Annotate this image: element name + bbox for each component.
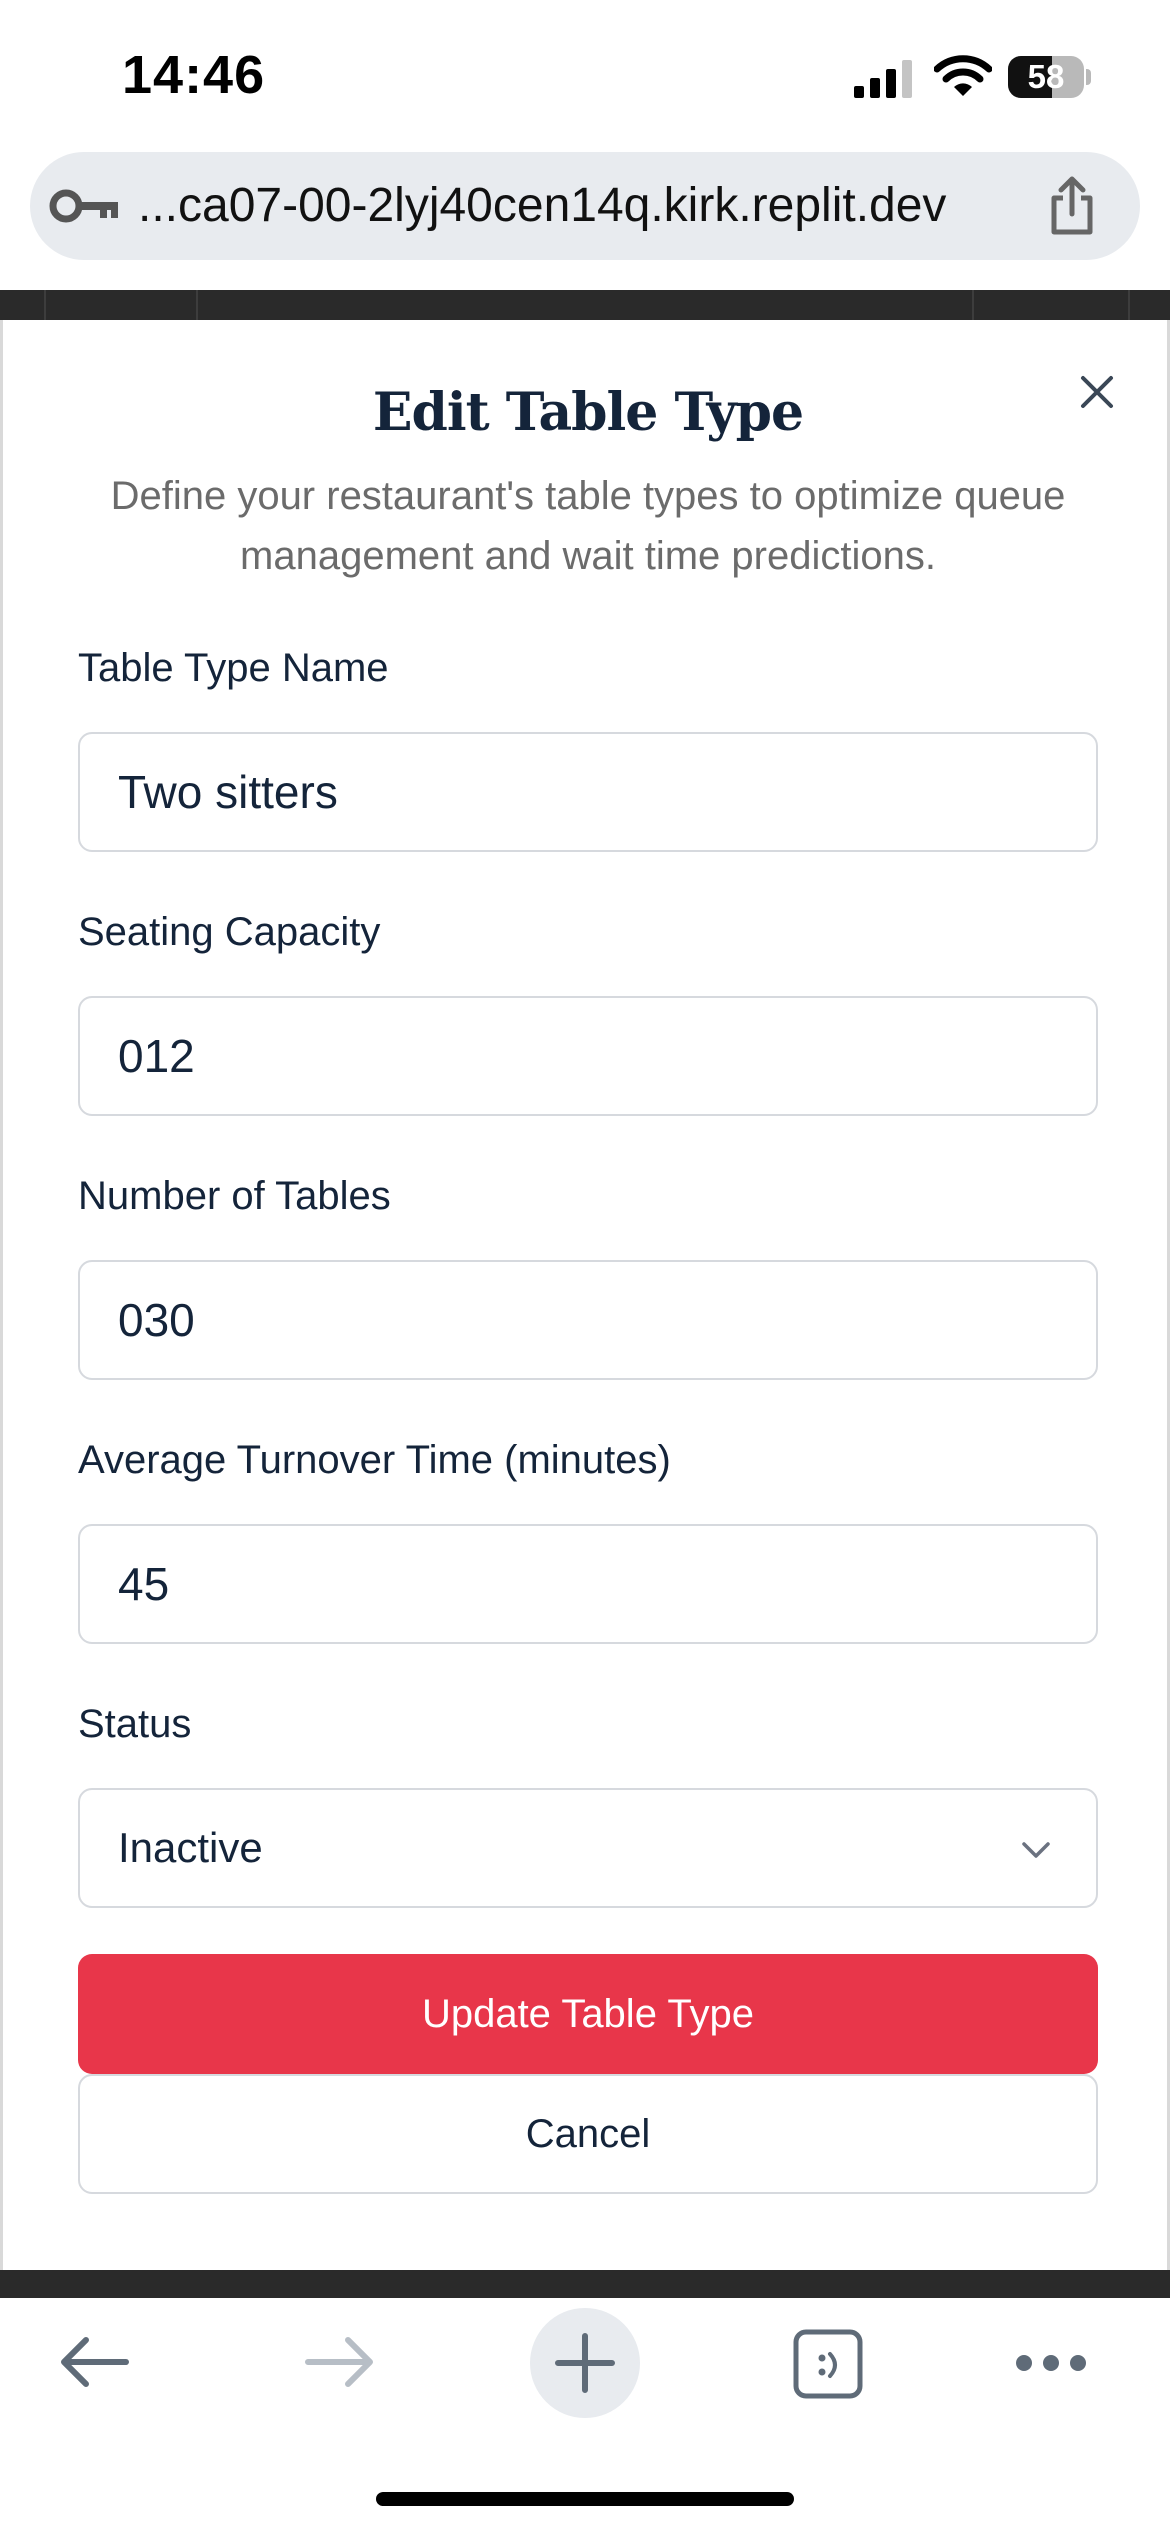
number-of-tables-input[interactable]: [78, 1260, 1098, 1380]
battery-body: 58: [1008, 56, 1084, 98]
key-icon: [49, 189, 118, 223]
back-arrow-icon[interactable]: [56, 2332, 132, 2392]
seating-capacity-input[interactable]: [78, 996, 1098, 1116]
page-backdrop-top: [0, 290, 1170, 322]
url-bar[interactable]: ...ca07-00-2lyj40cen14q.kirk.replit.dev: [30, 152, 1140, 260]
turnover-time-input[interactable]: [78, 1524, 1098, 1644]
status-label: Status: [78, 1702, 192, 1746]
status-time: 14:46: [122, 45, 266, 105]
table-type-name-input[interactable]: [78, 732, 1098, 852]
url-text[interactable]: ...ca07-00-2lyj40cen14q.kirk.replit.dev: [138, 174, 946, 238]
plus-icon: [555, 2333, 615, 2393]
tabs-icon[interactable]: [792, 2328, 864, 2400]
status-bar: 14:46 58: [0, 0, 1170, 150]
wifi-icon: [934, 55, 992, 96]
status-select-value: Inactive: [118, 1824, 263, 1871]
new-tab-button[interactable]: [530, 2308, 640, 2418]
number-of-tables-label: Number of Tables: [78, 1174, 391, 1218]
home-indicator: [376, 2492, 794, 2506]
seating-capacity-label: Seating Capacity: [78, 910, 381, 954]
share-icon[interactable]: [1042, 176, 1102, 236]
turnover-time-label: Average Turnover Time (minutes): [78, 1438, 671, 1482]
battery-icon: 58: [1008, 56, 1091, 98]
more-icon[interactable]: [1014, 2352, 1088, 2374]
modal-title: Edit Table Type: [372, 382, 804, 443]
modal-description: Define your restaurant's table types to …: [110, 474, 1066, 578]
battery-percent: 58: [1027, 58, 1065, 95]
cellular-signal-icon: [854, 60, 912, 98]
status-select[interactable]: Inactive: [78, 1788, 1098, 1908]
update-table-type-button[interactable]: Update Table Type: [78, 1954, 1098, 2074]
forward-arrow-icon[interactable]: [302, 2332, 378, 2392]
page-backdrop-bottom: [0, 2268, 1170, 2298]
chevron-down-icon: [1022, 1842, 1050, 1858]
battery-cap: [1086, 69, 1091, 85]
table-type-name-label: Table Type Name: [78, 646, 389, 690]
edit-table-type-modal: Edit Table Type Define your restaurant's…: [0, 320, 1170, 2270]
cancel-button[interactable]: Cancel: [78, 2074, 1098, 2194]
